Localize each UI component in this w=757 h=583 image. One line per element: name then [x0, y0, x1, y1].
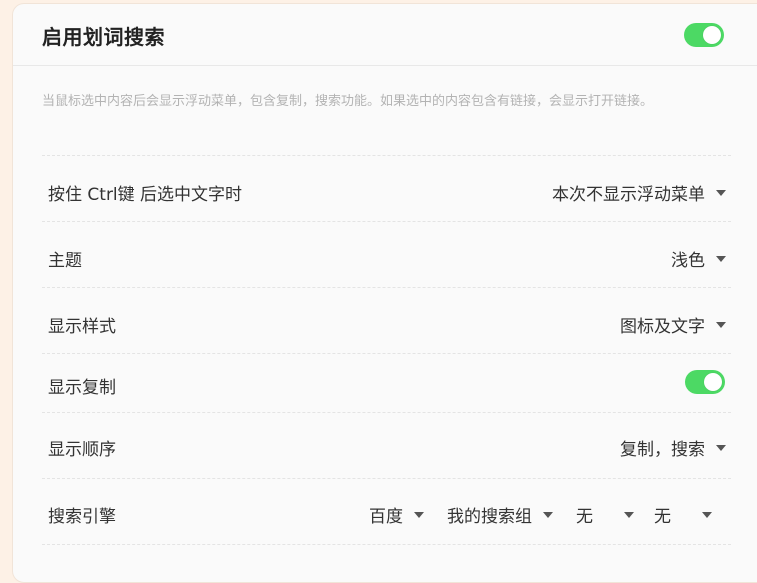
chevron-down-icon — [624, 511, 634, 518]
search-engine-value-1: 百度 — [369, 507, 403, 527]
display-order-value: 复制，搜索 — [620, 440, 705, 460]
settings-card: 启用划词搜索 当鼠标选中内容后会显示浮动菜单，包含复制，搜索功能。如果选中的内容… — [12, 3, 757, 583]
search-engine-select-3[interactable]: 无 — [576, 502, 634, 527]
setting-row-display-order: 显示顺序 复制，搜索 — [42, 412, 731, 478]
chevron-down-icon — [716, 444, 726, 451]
ctrl-key-label: 按住 Ctrl键 后选中文字时 — [48, 185, 243, 205]
chevron-down-icon — [543, 511, 553, 518]
chevron-down-icon — [414, 511, 424, 518]
setting-row-theme: 主题 浅色 — [42, 221, 731, 287]
chevron-down-icon — [702, 511, 712, 518]
chevron-down-icon — [716, 321, 726, 328]
card-header: 启用划词搜索 — [13, 4, 757, 66]
ctrl-key-value: 本次不显示浮动菜单 — [552, 185, 705, 205]
feature-description: 当鼠标选中内容后会显示浮动菜单，包含复制，搜索功能。如果选中的内容包含有链接，会… — [42, 94, 654, 109]
divider — [42, 544, 731, 546]
show-copy-toggle[interactable] — [685, 370, 725, 394]
search-engine-select-1[interactable]: 百度 — [369, 502, 424, 527]
search-engine-value-4: 无 — [654, 507, 671, 527]
display-style-value: 图标及文字 — [620, 317, 705, 337]
show-copy-label: 显示复制 — [48, 378, 116, 398]
toggle-knob — [703, 26, 721, 44]
search-engine-value-3: 无 — [576, 507, 593, 527]
display-order-select[interactable]: 复制，搜索 — [620, 435, 726, 460]
search-engine-select-2[interactable]: 我的搜索组 — [447, 502, 553, 527]
display-order-label: 显示顺序 — [48, 440, 116, 460]
search-engine-label: 搜索引擎 — [48, 507, 116, 527]
chevron-down-icon — [716, 189, 726, 196]
settings-list: 按住 Ctrl键 后选中文字时 本次不显示浮动菜单 主题 浅色 显示样式 图标及… — [42, 155, 731, 546]
theme-value: 浅色 — [671, 251, 705, 271]
setting-row-show-copy: 显示复制 — [42, 353, 731, 412]
enable-selection-search-toggle[interactable] — [684, 23, 724, 47]
setting-row-display-style: 显示样式 图标及文字 — [42, 287, 731, 353]
ctrl-key-select[interactable]: 本次不显示浮动菜单 — [552, 180, 726, 205]
toggle-knob — [704, 373, 722, 391]
theme-select[interactable]: 浅色 — [671, 246, 726, 271]
display-style-label: 显示样式 — [48, 317, 116, 337]
page-title: 启用划词搜索 — [42, 25, 165, 49]
search-engine-select-4[interactable]: 无 — [654, 502, 712, 527]
setting-row-ctrl-key: 按住 Ctrl键 后选中文字时 本次不显示浮动菜单 — [42, 155, 731, 221]
display-style-select[interactable]: 图标及文字 — [620, 312, 726, 337]
search-engine-value-2: 我的搜索组 — [447, 507, 532, 527]
setting-row-search-engine: 搜索引擎 百度 我的搜索组 无 无 — [42, 478, 731, 544]
chevron-down-icon — [716, 255, 726, 262]
theme-label: 主题 — [48, 251, 82, 271]
